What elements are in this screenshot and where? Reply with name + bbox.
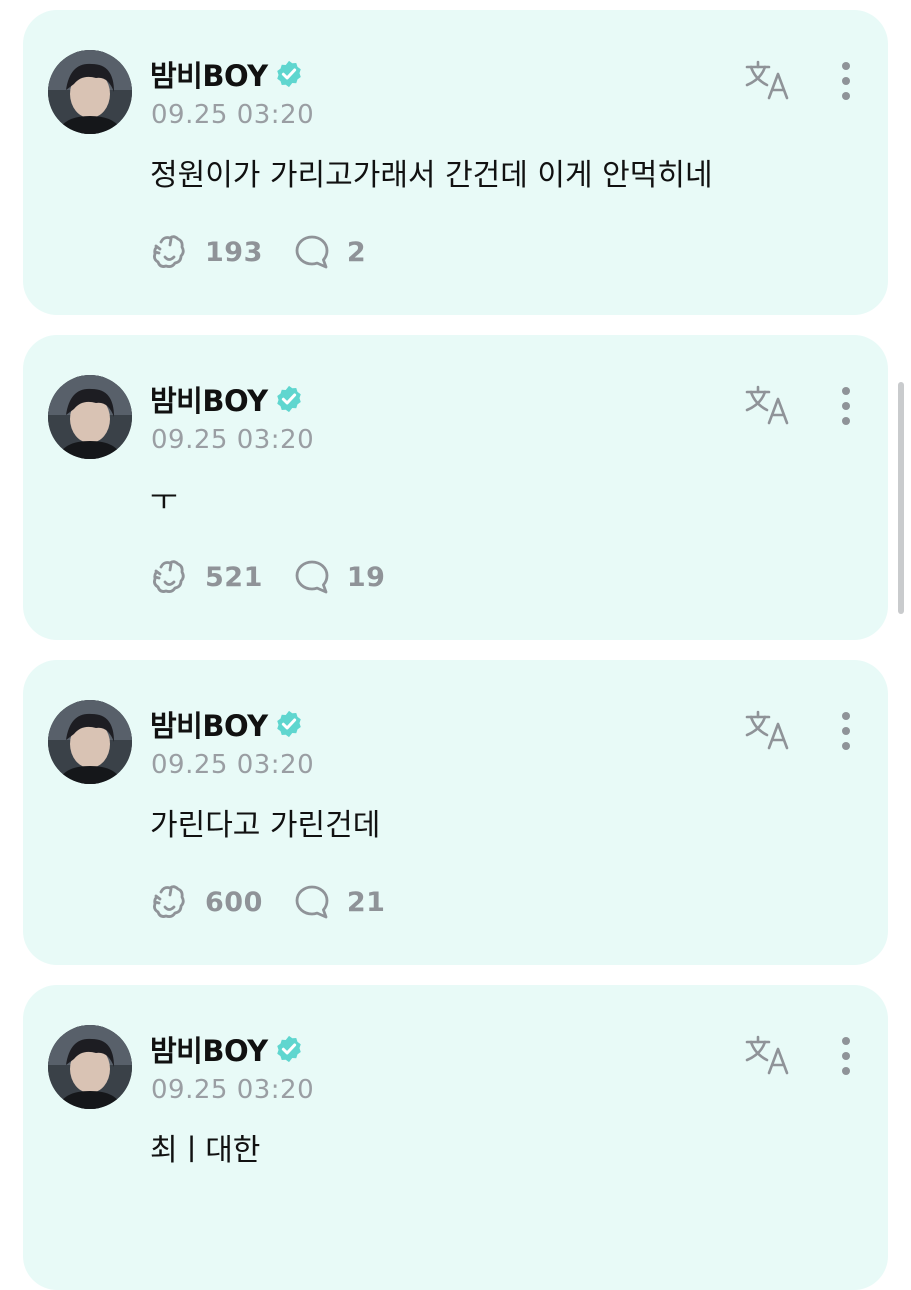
- verified-badge-icon: [276, 1035, 301, 1063]
- more-options-button[interactable]: [833, 60, 859, 104]
- author-row: 밤비BOY: [150, 379, 304, 419]
- post-card[interactable]: 밤비BOY 09.25 03:20 ㅜ 521 19: [23, 335, 888, 640]
- avatar[interactable]: [48, 1025, 132, 1109]
- avatar[interactable]: [48, 700, 132, 784]
- scrollbar[interactable]: [898, 382, 904, 614]
- like-count: 600: [205, 886, 263, 918]
- comment-icon: [295, 560, 329, 594]
- comment-icon: [295, 235, 329, 269]
- avatar[interactable]: [48, 375, 132, 459]
- post-feed: 밤비BOY 09.25 03:20 정원이가 가리고가래서 간건데 이게 안먹히…: [0, 0, 911, 1290]
- author-row: 밤비BOY: [150, 704, 304, 744]
- verified-badge-icon: [276, 710, 301, 738]
- translate-button[interactable]: [743, 58, 793, 102]
- post-timestamp: 09.25 03:20: [151, 425, 315, 455]
- verified-badge-icon: [276, 60, 301, 88]
- more-options-button[interactable]: [833, 385, 859, 429]
- post-card[interactable]: 밤비BOY 09.25 03:20 가린다고 가린건데 600 21: [23, 660, 888, 965]
- post-timestamp: 09.25 03:20: [151, 100, 315, 130]
- post-text: 최ㅣ대한: [150, 1133, 261, 1168]
- translate-icon: [745, 710, 789, 750]
- translate-icon: [745, 60, 789, 100]
- author-name[interactable]: 밤비BOY: [150, 703, 268, 745]
- comment-button[interactable]: 19: [293, 558, 386, 596]
- translate-button[interactable]: [743, 708, 793, 752]
- comment-button[interactable]: 21: [293, 883, 386, 921]
- like-count: 521: [205, 561, 263, 593]
- post-card[interactable]: 밤비BOY 09.25 03:20 최ㅣ대한: [23, 985, 888, 1290]
- like-button[interactable]: 521: [151, 558, 263, 596]
- avatar-image: [48, 375, 132, 459]
- like-button[interactable]: 193: [151, 233, 263, 271]
- post-card[interactable]: 밤비BOY 09.25 03:20 정원이가 가리고가래서 간건데 이게 안먹히…: [23, 10, 888, 315]
- like-icon: [153, 885, 185, 918]
- author-row: 밤비BOY: [150, 54, 304, 94]
- avatar-image: [48, 1025, 132, 1109]
- author-name[interactable]: 밤비BOY: [150, 1028, 268, 1070]
- more-options-button[interactable]: [833, 710, 859, 754]
- post-timestamp: 09.25 03:20: [151, 750, 315, 780]
- avatar-image: [48, 700, 132, 784]
- more-options-button[interactable]: [833, 1035, 859, 1079]
- like-icon: [153, 560, 185, 593]
- comment-icon: [295, 885, 329, 919]
- translate-button[interactable]: [743, 383, 793, 427]
- post-stats: 521 19: [151, 557, 385, 597]
- comment-count: 19: [346, 561, 386, 593]
- post-stats: 600 21: [151, 882, 385, 922]
- more-options-icon: [842, 712, 850, 750]
- post-timestamp: 09.25 03:20: [151, 1075, 315, 1105]
- verified-badge-icon: [276, 385, 301, 413]
- author-row: 밤비BOY: [150, 1029, 304, 1069]
- more-options-icon: [842, 62, 850, 100]
- translate-icon: [745, 1035, 789, 1075]
- comment-count: 2: [346, 236, 367, 268]
- avatar[interactable]: [48, 50, 132, 134]
- like-count: 193: [205, 236, 263, 268]
- translate-button[interactable]: [743, 1033, 793, 1077]
- like-icon: [153, 235, 185, 268]
- comment-button[interactable]: 2: [293, 233, 366, 271]
- post-text: ㅜ: [150, 483, 178, 518]
- author-name[interactable]: 밤비BOY: [150, 378, 268, 420]
- like-button[interactable]: 600: [151, 883, 263, 921]
- translate-icon: [745, 385, 789, 425]
- post-text: 정원이가 가리고가래서 간건데 이게 안먹히네: [150, 158, 713, 193]
- more-options-icon: [842, 1037, 850, 1075]
- avatar-image: [48, 50, 132, 134]
- post-stats: 193 2: [151, 232, 366, 272]
- author-name[interactable]: 밤비BOY: [150, 53, 268, 95]
- post-text: 가린다고 가린건데: [150, 808, 381, 843]
- comment-count: 21: [346, 886, 386, 918]
- more-options-icon: [842, 387, 850, 425]
